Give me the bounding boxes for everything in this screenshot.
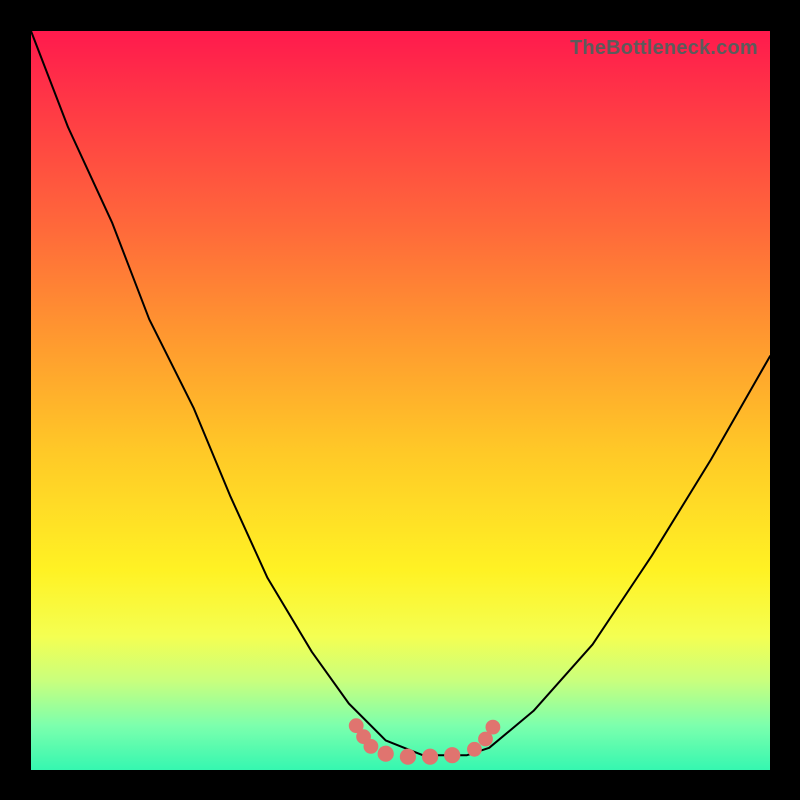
bottleneck-curve	[31, 31, 770, 755]
chart-frame: TheBottleneck.com	[0, 0, 800, 800]
marker-dot	[364, 739, 379, 754]
chart-svg	[31, 31, 770, 770]
marker-dot	[422, 749, 438, 765]
marker-dot	[467, 742, 482, 757]
marker-dot	[400, 749, 416, 765]
plot-area: TheBottleneck.com	[31, 31, 770, 770]
marker-dot	[486, 720, 501, 735]
marker-dot	[444, 747, 460, 763]
marker-dot	[378, 746, 394, 762]
